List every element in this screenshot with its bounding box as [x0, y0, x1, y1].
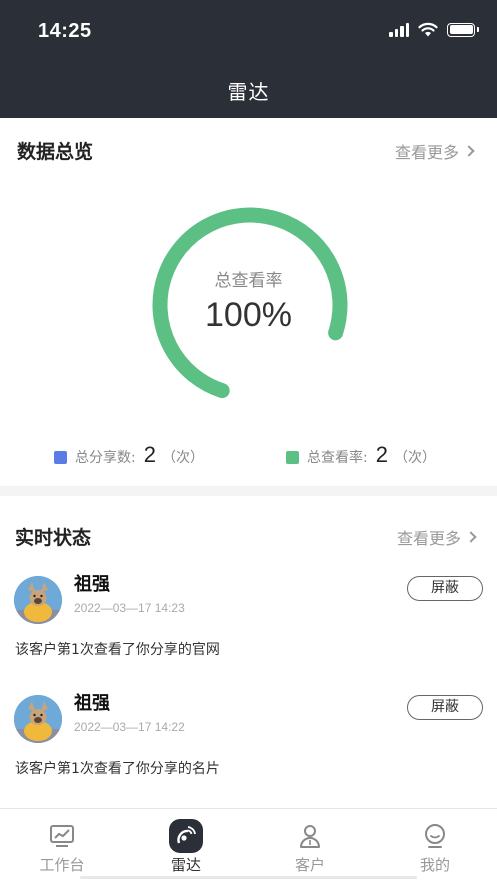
tab-mine[interactable]: 我的 [373, 809, 497, 883]
stat-value: 2 [143, 442, 156, 467]
overview-more-link[interactable]: 查看更多 [395, 139, 475, 163]
list-item[interactable]: 祖强 2022—03—17 14:23 屏蔽 该客户第1次查看了你分享的官网 [0, 570, 497, 690]
tab-radar[interactable]: 雷达 [124, 809, 248, 883]
wifi-icon [418, 22, 438, 37]
stat-total-views: 总查看率: 2 （次） [286, 442, 436, 470]
dog-avatar-icon [14, 695, 62, 743]
tab-label: 工作台 [39, 856, 85, 874]
list-item[interactable]: 祖强 2022—03—17 14:22 屏蔽 该客户第1次查看了你分享的名片 [0, 689, 497, 809]
stat-unit: （次） [161, 450, 204, 466]
customer-icon [300, 825, 320, 848]
gauge-value: 100% [205, 296, 292, 334]
tab-label: 我的 [419, 856, 450, 874]
realtime-status-section: 实时状态 查看更多 祖强 2022—03—17 14:23 屏蔽 该客户第1次查… [0, 496, 497, 808]
cellular-signal-icon [389, 22, 409, 37]
radar-icon [169, 819, 203, 853]
avatar [14, 576, 62, 624]
block-button[interactable]: 屏蔽 [407, 695, 483, 720]
gauge-label: 总查看率 [214, 271, 283, 291]
tab-label: 雷达 [170, 856, 201, 874]
customer-name: 祖强 [74, 574, 110, 595]
overview-more-label: 查看更多 [395, 143, 460, 162]
tab-customers[interactable]: 客户 [248, 809, 372, 883]
tab-workbench[interactable]: 工作台 [0, 809, 124, 883]
customer-name: 祖强 [74, 693, 110, 714]
status-time: 14:25 [38, 20, 92, 42]
profile-icon [425, 824, 445, 848]
bottom-tab-bar: 工作台 雷达 客户 我的 [0, 808, 497, 883]
event-description: 该客户第1次查看了你分享的名片 [15, 761, 220, 777]
data-overview-card: 数据总览 查看更多 总查看率 100% 总分享数: 2 （次） 总查看率: 2 … [0, 118, 497, 486]
view-legend-swatch [286, 450, 299, 464]
chart-monitor-icon [50, 825, 74, 847]
overview-title: 数据总览 [17, 141, 94, 163]
block-button[interactable]: 屏蔽 [407, 576, 483, 601]
chevron-right-icon [465, 531, 477, 543]
dog-avatar-icon [14, 576, 62, 624]
avatar [14, 695, 62, 743]
realtime-more-link[interactable]: 查看更多 [397, 525, 477, 549]
stat-label: 总分享数: [75, 450, 136, 466]
battery-icon [447, 22, 479, 37]
page-title: 雷达 [227, 80, 270, 104]
chevron-right-icon [463, 145, 475, 157]
stat-unit: （次） [393, 450, 436, 466]
stat-value: 2 [375, 442, 388, 467]
stat-label: 总查看率: [307, 450, 368, 466]
header: 14:25 雷达 [0, 0, 497, 118]
event-time: 2022—03—17 14:22 [74, 720, 185, 734]
home-indicator [80, 876, 417, 879]
status-icons [389, 22, 479, 37]
share-legend-swatch [54, 450, 67, 464]
tab-label: 客户 [294, 856, 325, 874]
realtime-title: 实时状态 [15, 527, 92, 549]
radar-screen: 14:25 雷达 数据总览 查看更多 总查看率 100% 总分享数: 2 （次）… [0, 0, 497, 883]
event-time: 2022—03—17 14:23 [74, 601, 185, 615]
event-description: 该客户第1次查看了你分享的官网 [15, 642, 220, 658]
realtime-more-label: 查看更多 [397, 529, 462, 548]
stat-total-shares: 总分享数: 2 （次） [54, 442, 204, 470]
